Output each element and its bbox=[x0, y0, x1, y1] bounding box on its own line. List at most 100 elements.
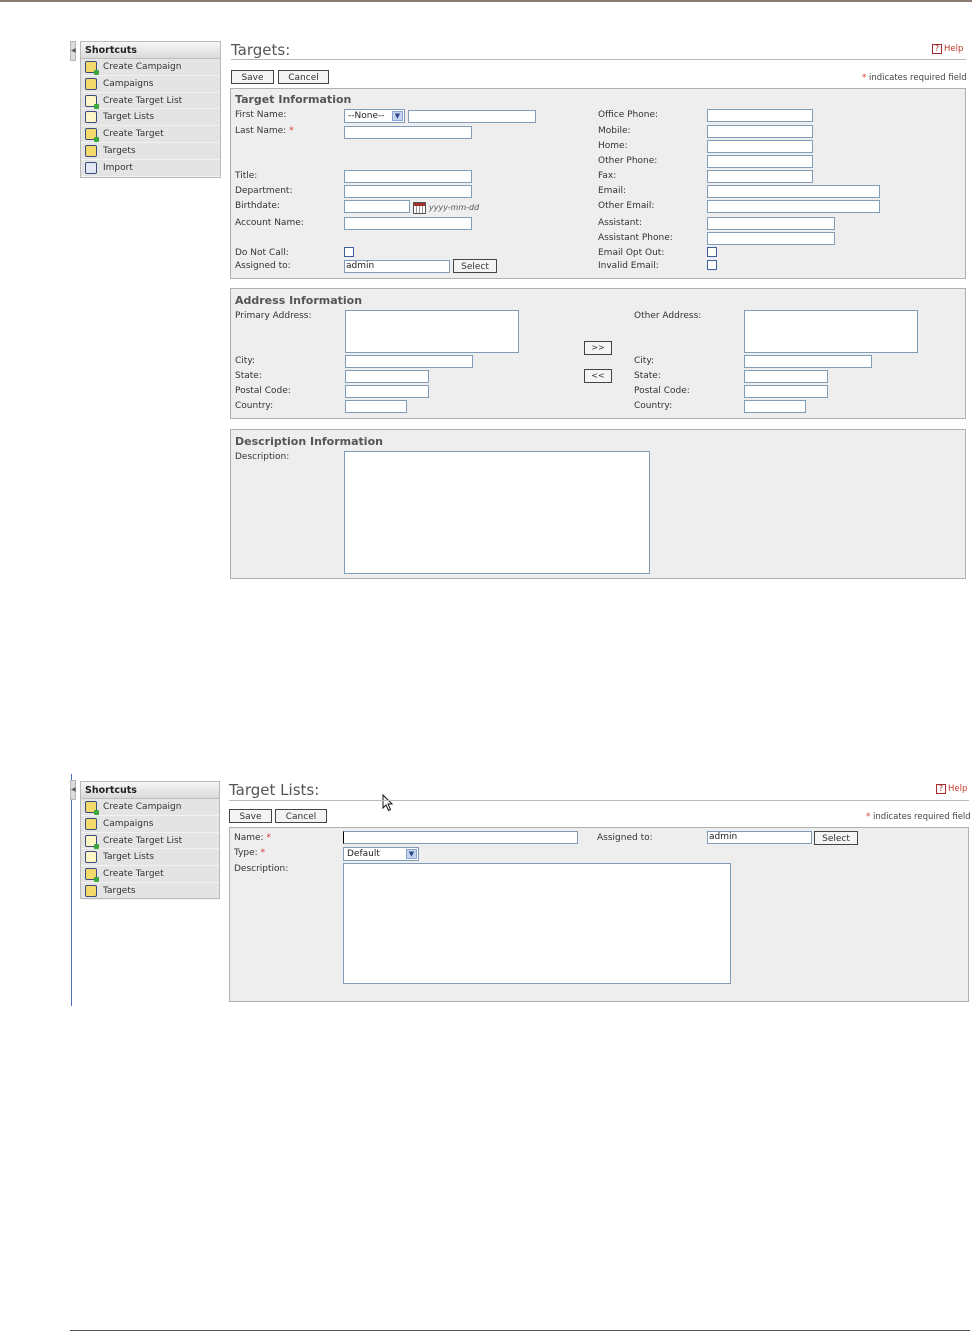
cancel-button[interactable]: Cancel bbox=[278, 70, 329, 84]
create-target-icon bbox=[85, 128, 99, 143]
shortcut-label: Create Target bbox=[103, 869, 164, 880]
description-label: Description: bbox=[235, 452, 290, 462]
type-select[interactable]: Default ▼ bbox=[343, 847, 419, 861]
shortcut-label: Create Campaign bbox=[103, 802, 182, 812]
assigned-to-input[interactable]: admin bbox=[707, 831, 812, 844]
shortcut-label: Campaigns bbox=[103, 78, 154, 89]
other-email-input[interactable] bbox=[707, 200, 880, 213]
collapse-shortcuts-toggle[interactable]: ◀ bbox=[70, 780, 76, 800]
description-textarea[interactable] bbox=[343, 863, 731, 984]
collapse-shortcuts-toggle[interactable]: ◀ bbox=[70, 41, 76, 61]
other-city-input[interactable] bbox=[744, 355, 872, 368]
shortcut-create-target-list[interactable]: Create Target List bbox=[81, 93, 220, 110]
primary-country-label: Country: bbox=[235, 401, 274, 411]
salutation-select[interactable]: --None-- ▼ bbox=[344, 109, 405, 123]
last-name-input[interactable] bbox=[344, 126, 472, 139]
shortcut-campaigns[interactable]: Campaigns bbox=[81, 76, 220, 93]
assistant-input[interactable] bbox=[707, 217, 835, 230]
shortcut-create-target-list[interactable]: Create Target List bbox=[81, 833, 219, 850]
assigned-to-input[interactable]: admin bbox=[344, 260, 450, 273]
bottom-rule bbox=[70, 1330, 970, 1331]
title-divider bbox=[229, 800, 969, 801]
top-rule bbox=[0, 0, 972, 2]
shortcut-targets[interactable]: Targets bbox=[81, 143, 220, 160]
title-label: Title: bbox=[235, 171, 258, 181]
shortcut-label: Target Lists bbox=[103, 112, 155, 123]
shortcut-target-lists[interactable]: Target Lists bbox=[81, 849, 219, 867]
help-link[interactable]: ? Help bbox=[932, 44, 963, 54]
frame-edge bbox=[71, 774, 72, 1006]
other-street-textarea[interactable] bbox=[744, 310, 918, 353]
email-opt-out-checkbox[interactable] bbox=[707, 247, 717, 257]
other-country-input[interactable] bbox=[744, 400, 806, 413]
other-phone-input[interactable] bbox=[707, 155, 813, 168]
required-note: * indicates required field bbox=[866, 812, 971, 822]
assistant-phone-label: Assistant Phone: bbox=[598, 233, 673, 243]
primary-street-textarea[interactable] bbox=[345, 310, 519, 353]
page-title: Target Lists: bbox=[229, 781, 320, 799]
birthdate-input[interactable] bbox=[344, 200, 410, 213]
assistant-phone-input[interactable] bbox=[707, 232, 835, 245]
save-button[interactable]: Save bbox=[229, 809, 272, 823]
section-title: Target Information bbox=[235, 93, 352, 106]
other-country-label: Country: bbox=[634, 401, 673, 411]
primary-city-input[interactable] bbox=[345, 355, 473, 368]
create-target-list-icon bbox=[85, 834, 99, 849]
shortcut-label: Campaigns bbox=[103, 818, 154, 829]
section-title: Description Information bbox=[235, 435, 383, 448]
shortcut-create-campaign[interactable]: Create Campaign bbox=[81, 59, 220, 76]
chevron-down-icon: ▼ bbox=[406, 849, 417, 859]
name-input[interactable] bbox=[343, 831, 578, 844]
office-phone-input[interactable] bbox=[707, 109, 813, 122]
create-target-icon bbox=[85, 868, 99, 883]
copy-to-primary-button[interactable]: << bbox=[584, 369, 612, 383]
fax-input[interactable] bbox=[707, 170, 813, 183]
description-textarea[interactable] bbox=[344, 451, 650, 574]
fax-label: Fax: bbox=[598, 171, 617, 181]
first-name-input[interactable] bbox=[408, 110, 536, 123]
help-icon: ? bbox=[932, 44, 942, 54]
targets-icon bbox=[85, 884, 97, 897]
primary-postal-code-input[interactable] bbox=[345, 385, 429, 398]
copy-to-other-button[interactable]: >> bbox=[584, 341, 612, 355]
shortcut-campaigns[interactable]: Campaigns bbox=[81, 816, 219, 833]
assigned-select-button[interactable]: Select bbox=[814, 831, 858, 845]
section-title: Address Information bbox=[235, 294, 363, 307]
email-input[interactable] bbox=[707, 185, 880, 198]
shortcuts-title: Shortcuts bbox=[81, 42, 220, 59]
chevron-down-icon: ▼ bbox=[392, 111, 403, 121]
save-button[interactable]: Save bbox=[231, 70, 274, 84]
shortcut-label: Target Lists bbox=[103, 852, 155, 863]
primary-state-label: State: bbox=[235, 371, 262, 381]
account-name-input[interactable] bbox=[344, 217, 472, 230]
import-icon bbox=[85, 161, 97, 174]
title-divider bbox=[231, 59, 966, 60]
shortcut-target-lists[interactable]: Target Lists bbox=[81, 109, 220, 127]
help-link[interactable]: ? Help bbox=[936, 784, 967, 794]
other-email-label: Other Email: bbox=[598, 201, 655, 211]
primary-country-input[interactable] bbox=[345, 400, 407, 413]
other-postal-code-input[interactable] bbox=[744, 385, 828, 398]
do-not-call-checkbox[interactable] bbox=[344, 247, 354, 257]
shortcut-create-campaign[interactable]: Create Campaign bbox=[81, 799, 219, 816]
required-note: * indicates required field bbox=[862, 73, 967, 83]
assistant-label: Assistant: bbox=[598, 218, 643, 228]
title-input[interactable] bbox=[344, 170, 472, 183]
cancel-button[interactable]: Cancel bbox=[275, 809, 327, 823]
last-name-label: Last Name: * bbox=[235, 126, 294, 136]
home-phone-input[interactable] bbox=[707, 140, 813, 153]
shortcut-create-target[interactable]: Create Target bbox=[81, 866, 219, 883]
shortcut-label: Create Target List bbox=[103, 835, 183, 846]
shortcut-targets[interactable]: Targets bbox=[81, 883, 219, 900]
shortcut-import[interactable]: Import bbox=[81, 160, 220, 177]
other-address-label: Other Address: bbox=[634, 311, 702, 321]
other-state-input[interactable] bbox=[744, 370, 828, 383]
primary-state-input[interactable] bbox=[345, 370, 429, 383]
invalid-email-checkbox[interactable] bbox=[707, 260, 717, 270]
shortcut-create-target[interactable]: Create Target bbox=[81, 126, 220, 143]
assigned-select-button[interactable]: Select bbox=[453, 259, 497, 273]
mobile-input[interactable] bbox=[707, 125, 813, 138]
shortcuts-panel: Shortcuts Create Campaign Campaigns Crea… bbox=[80, 41, 221, 178]
calendar-icon[interactable] bbox=[413, 202, 426, 214]
department-input[interactable] bbox=[344, 185, 472, 198]
